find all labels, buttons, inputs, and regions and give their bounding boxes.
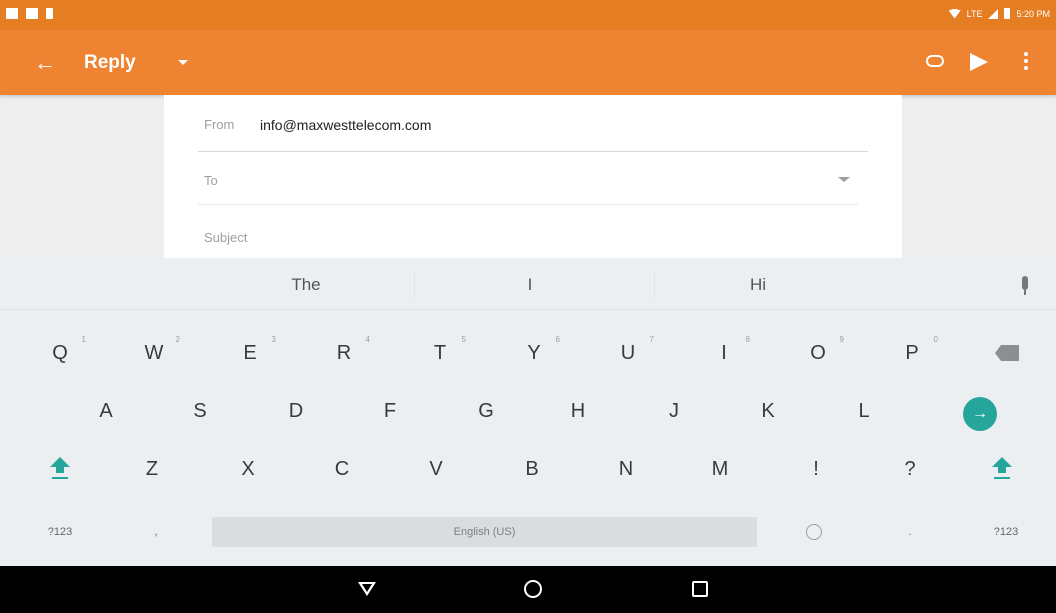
key-w[interactable]: W2 — [124, 325, 184, 381]
key-j[interactable]: J — [644, 383, 704, 439]
more-vert-icon[interactable] — [1024, 52, 1028, 70]
divider — [414, 272, 415, 298]
nav-recents-icon[interactable] — [692, 581, 708, 597]
key-k[interactable]: K — [738, 383, 798, 439]
comma-key[interactable]: , — [126, 504, 186, 560]
key-z[interactable]: Z — [122, 441, 182, 497]
page-title: Reply — [84, 52, 136, 73]
shift-left-icon[interactable] — [50, 457, 70, 479]
enter-icon[interactable]: → — [963, 397, 997, 431]
symbols-right-key[interactable]: ?123 — [976, 504, 1036, 560]
space-bar[interactable]: English (US) — [212, 517, 757, 547]
shift-right-icon[interactable] — [992, 457, 1012, 479]
key-c[interactable]: C — [312, 441, 372, 497]
keyboard: Q1 W2 E3 R4 T5 Y6 U7 I8 O9 P0 A S D F G … — [0, 311, 1056, 566]
navigation-bar — [0, 566, 1056, 613]
key-u[interactable]: U7 — [598, 325, 658, 381]
from-field[interactable]: From info@maxwesttelecom.com — [198, 117, 868, 152]
key-y[interactable]: Y6 — [504, 325, 564, 381]
to-label: To — [204, 173, 218, 188]
key-t[interactable]: T5 — [410, 325, 470, 381]
key-r[interactable]: R4 — [314, 325, 374, 381]
key-g[interactable]: G — [456, 383, 516, 439]
dropdown-icon[interactable] — [178, 60, 188, 65]
wifi-icon — [948, 8, 961, 19]
compose-card: From info@maxwesttelecom.com To Subject — [164, 95, 902, 258]
key-question[interactable]: ? — [880, 441, 940, 497]
key-exclamation[interactable]: ! — [786, 441, 846, 497]
suggestion-1[interactable]: The — [196, 260, 416, 310]
subject-field[interactable]: Subject — [198, 230, 868, 256]
key-q[interactable]: Q1 — [30, 325, 90, 381]
status-icons: LTE 5:20 PM — [948, 8, 1050, 19]
key-s[interactable]: S — [170, 383, 230, 439]
send-icon[interactable] — [970, 53, 988, 71]
subject-label: Subject — [204, 230, 248, 245]
status-bar: LTE 5:20 PM — [0, 0, 1056, 30]
key-p[interactable]: P0 — [882, 325, 942, 381]
key-f[interactable]: F — [360, 383, 420, 439]
suggestion-2[interactable]: I — [420, 260, 640, 310]
chevron-down-icon[interactable] — [838, 177, 850, 182]
key-h[interactable]: H — [548, 383, 608, 439]
notification-icon — [6, 8, 18, 19]
to-field[interactable]: To — [198, 173, 858, 205]
battery-icon — [1004, 8, 1011, 19]
key-e[interactable]: E3 — [220, 325, 280, 381]
network-type: LTE — [966, 8, 983, 19]
mic-icon[interactable] — [1022, 276, 1028, 295]
nav-back-icon[interactable] — [358, 582, 376, 596]
symbols-left-key[interactable]: ?123 — [30, 504, 90, 560]
emoji-icon[interactable] — [806, 524, 822, 540]
key-n[interactable]: N — [596, 441, 656, 497]
key-o[interactable]: O9 — [788, 325, 848, 381]
backspace-icon[interactable] — [995, 345, 1019, 361]
attach-icon[interactable] — [926, 55, 944, 67]
key-b[interactable]: B — [502, 441, 562, 497]
from-label: From — [204, 117, 235, 132]
suggestion-strip: The I Hi — [0, 260, 1056, 310]
nav-home-icon[interactable] — [524, 580, 542, 598]
from-value: info@maxwesttelecom.com — [260, 117, 432, 133]
period-key[interactable]: . — [880, 504, 940, 560]
signal-icon — [988, 8, 999, 19]
key-l[interactable]: L — [834, 383, 894, 439]
key-d[interactable]: D — [266, 383, 326, 439]
notification-icon — [26, 8, 38, 19]
key-m[interactable]: M — [690, 441, 750, 497]
notification-icons — [6, 8, 53, 19]
back-arrow-icon[interactable]: ← — [34, 50, 56, 76]
suggestion-3[interactable]: Hi — [648, 260, 868, 310]
key-x[interactable]: X — [218, 441, 278, 497]
key-i[interactable]: I8 — [694, 325, 754, 381]
app-bar: ← Reply — [0, 30, 1056, 95]
clock: 5:20 PM — [1016, 8, 1050, 19]
key-v[interactable]: V — [406, 441, 466, 497]
notification-icon — [46, 8, 53, 19]
key-a[interactable]: A — [76, 383, 136, 439]
